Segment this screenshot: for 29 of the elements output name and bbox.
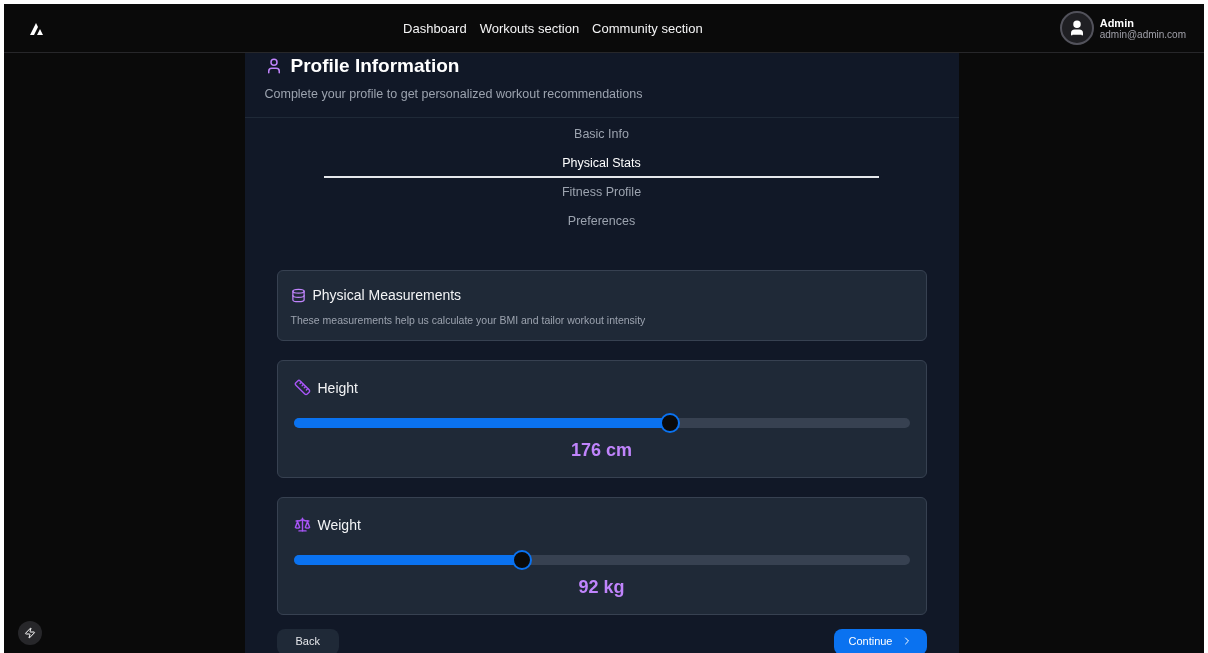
logo-icon[interactable] bbox=[30, 21, 46, 35]
user-name: Admin bbox=[1099, 16, 1135, 29]
tab[interactable]: Preferences bbox=[324, 207, 879, 236]
slider-track[interactable] bbox=[293, 414, 910, 432]
section-title: Physical Measurements bbox=[312, 287, 462, 303]
database-icon bbox=[290, 287, 306, 303]
bolt-icon[interactable] bbox=[18, 621, 42, 645]
nav-link[interactable]: Dashboard bbox=[403, 20, 467, 36]
slider-thumb[interactable] bbox=[660, 413, 681, 433]
avatar-icon[interactable] bbox=[1059, 11, 1094, 45]
user-email: admin@admin.com bbox=[1099, 28, 1186, 40]
page-subtitle: Complete your profile to get personalized workout recommendations bbox=[264, 87, 644, 101]
page-title: Profile Information bbox=[290, 55, 460, 77]
slider-thumb[interactable] bbox=[512, 550, 533, 570]
slider-track[interactable] bbox=[293, 551, 910, 569]
section-description: These measurements help us calculate your BMI and tailor workout intensity bbox=[290, 314, 647, 326]
continue-button[interactable]: Continue bbox=[834, 629, 927, 653]
nav-link[interactable]: Community section bbox=[592, 20, 703, 36]
slider-label: Weight bbox=[317, 516, 361, 533]
tab[interactable]: Physical Stats bbox=[324, 149, 879, 178]
back-button[interactable]: Back bbox=[276, 629, 339, 653]
ruler-icon bbox=[293, 379, 311, 396]
scale-icon bbox=[293, 516, 311, 533]
slider-label: Height bbox=[317, 379, 358, 396]
slider-reading: 176 cm bbox=[569, 440, 634, 461]
slider-reading: 92 kg bbox=[577, 577, 626, 598]
tab[interactable]: Fitness Profile bbox=[324, 178, 879, 207]
tab[interactable]: Basic Info bbox=[324, 120, 879, 149]
nav-link[interactable]: Workouts section bbox=[479, 20, 580, 36]
